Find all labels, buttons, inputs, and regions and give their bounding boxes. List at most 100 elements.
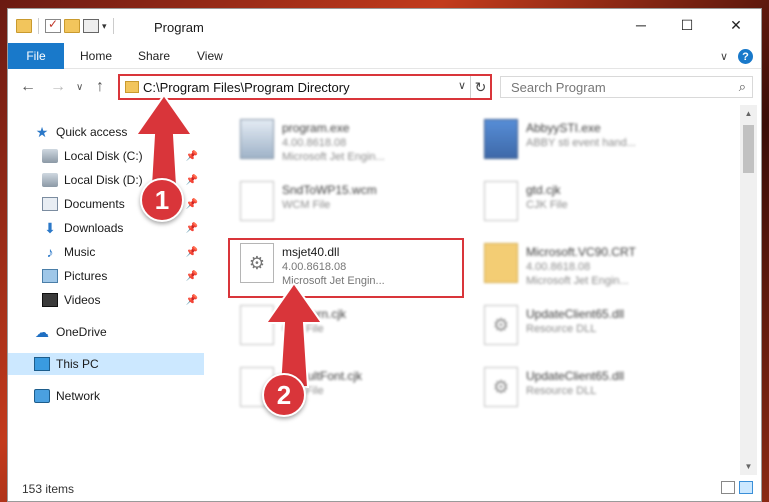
ribbon-tabs: File Home Share View ∨ ?	[8, 43, 761, 69]
exe-icon	[240, 119, 274, 159]
file-name: Microsoft.VC90.CRT	[526, 245, 636, 259]
dropdown-arrow-icon[interactable]: ▾	[102, 21, 107, 32]
help-icon[interactable]: ?	[738, 49, 753, 64]
pin-icon[interactable]: 📌	[186, 295, 198, 306]
sidebar-item-network[interactable]: Network	[8, 385, 204, 407]
sidebar-item-label: Pictures	[64, 269, 108, 283]
sidebar-item-label: This PC	[56, 357, 99, 371]
sidebar-item-label: Videos	[64, 293, 101, 307]
file-name: AbbyySTI.exe	[526, 121, 601, 135]
navigation-bar: ← → ∨ ↑ C:\Program Files\Program Directo…	[8, 70, 761, 104]
onedrive-icon: ☁	[35, 324, 49, 340]
step-badge-2: 2	[262, 373, 306, 417]
file-description: Microsoft Jet Engin...	[526, 275, 629, 287]
address-dropdown-icon[interactable]: ∨	[458, 79, 466, 92]
file-version: 4.00.8618.08	[282, 137, 347, 149]
up-button[interactable]: ↑	[96, 78, 104, 96]
search-icon[interactable]: ⌕	[739, 79, 746, 95]
file-item[interactable]: gtd.cjk CJK File	[480, 177, 710, 233]
document-icon	[240, 181, 274, 221]
customize-icon[interactable]	[83, 19, 99, 33]
sidebar-item-videos[interactable]: Videos 📌	[8, 289, 204, 311]
file-item[interactable]: program.exe 4.00.8618.08 Microsoft Jet E…	[236, 115, 466, 171]
sidebar-item-downloads[interactable]: ⬇ Downloads 📌	[8, 217, 204, 239]
recent-locations-button[interactable]: ∨	[76, 82, 83, 93]
app-icon	[484, 119, 518, 159]
music-icon: ♪	[46, 244, 54, 260]
file-item[interactable]: ⚙ UpdateClient65.dll Resource DLL	[480, 363, 710, 419]
file-type: Resource DLL	[526, 385, 597, 397]
document-icon	[484, 181, 518, 221]
close-button[interactable]: ✕	[710, 9, 762, 41]
explorer-window: ▾ Program ─ ☐ ✕ File Home Share View ∨ ?…	[7, 8, 762, 502]
network-icon	[34, 389, 50, 403]
disk-icon	[42, 149, 58, 163]
file-description: ABBY sti event hand...	[526, 137, 636, 149]
properties-check-icon[interactable]	[45, 17, 61, 33]
new-folder-icon[interactable]	[64, 19, 80, 33]
minimize-button[interactable]: ─	[618, 9, 664, 41]
search-placeholder: Search Program	[511, 80, 606, 95]
maximize-button[interactable]: ☐	[664, 9, 710, 41]
tab-share[interactable]: Share	[138, 43, 170, 69]
file-type: CJK File	[526, 199, 568, 211]
step-badge-1: 1	[140, 178, 184, 222]
tab-file[interactable]: File	[8, 43, 64, 69]
sidebar-item-this-pc[interactable]: This PC	[8, 353, 204, 375]
sidebar-item-music[interactable]: ♪ Music 📌	[8, 241, 204, 263]
scroll-down-icon[interactable]: ▼	[740, 458, 757, 475]
divider	[112, 18, 114, 34]
tab-view[interactable]: View	[197, 43, 223, 69]
folder-icon	[125, 81, 139, 93]
star-icon: ★	[35, 124, 49, 140]
sidebar-item-label: Downloads	[64, 221, 124, 235]
documents-icon	[42, 197, 58, 211]
scroll-thumb[interactable]	[743, 125, 754, 173]
pin-icon[interactable]: 📌	[186, 223, 198, 234]
file-item[interactable]: ⚙ UpdateClient65.dll Resource DLL	[480, 301, 710, 357]
back-button[interactable]: ←	[20, 78, 36, 96]
address-path[interactable]: C:\Program Files\Program Directory	[143, 80, 350, 95]
sidebar-item-label: Documents	[64, 197, 125, 211]
sidebar-item-label: Network	[56, 389, 101, 403]
sidebar-item-label: Music	[64, 245, 96, 259]
window-title: Program	[154, 20, 204, 35]
divider	[38, 18, 39, 34]
file-name: UpdateClient65.dll	[526, 369, 625, 383]
details-view-icon[interactable]	[721, 481, 735, 494]
tiles-view-icon[interactable]	[739, 481, 753, 494]
scroll-up-icon[interactable]: ▲	[740, 105, 757, 122]
file-version: 4.00.8618.08	[526, 261, 591, 273]
file-name: UpdateClient65.dll	[526, 307, 625, 321]
dll-gear-icon: ⚙	[484, 367, 518, 407]
file-name: SndToWP15.wcm	[282, 183, 377, 197]
pin-icon[interactable]: 📌	[186, 271, 198, 282]
file-type: WCM File	[282, 199, 331, 211]
refresh-button[interactable]: ↻	[470, 76, 490, 98]
title-bar: ▾ Program ─ ☐ ✕	[8, 9, 761, 43]
status-bar: 153 items	[8, 475, 761, 501]
sidebar-item-label: Quick access	[56, 125, 128, 139]
this-pc-icon	[34, 357, 50, 371]
file-item[interactable]: AbbyySTI.exe ABBY sti event hand...	[480, 115, 710, 171]
folder-icon	[484, 243, 518, 283]
file-description: Microsoft Jet Engin...	[282, 151, 385, 163]
dll-gear-icon: ⚙	[484, 305, 518, 345]
pictures-icon	[42, 269, 58, 283]
sidebar-item-pictures[interactable]: Pictures 📌	[8, 265, 204, 287]
sidebar-item-label: OneDrive	[56, 325, 107, 339]
quick-access-toolbar: ▾	[16, 17, 117, 34]
file-item[interactable]: Microsoft.VC90.CRT 4.00.8618.08 Microsof…	[480, 239, 710, 295]
folder-icon	[16, 19, 32, 33]
file-item[interactable]: SndToWP15.wcm WCM File	[236, 177, 466, 233]
sidebar-item-onedrive[interactable]: ☁ OneDrive	[8, 321, 204, 343]
search-input[interactable]: Search Program ⌕	[500, 76, 753, 98]
expand-ribbon-icon[interactable]: ∨	[720, 50, 728, 63]
file-name: gtd.cjk	[526, 183, 561, 197]
forward-button[interactable]: →	[50, 78, 66, 96]
item-count: 153 items	[22, 482, 75, 496]
tab-home[interactable]: Home	[80, 43, 112, 69]
pin-icon[interactable]: 📌	[186, 247, 198, 258]
disk-icon	[42, 173, 58, 187]
vertical-scrollbar[interactable]: ▲ ▼	[740, 105, 757, 475]
